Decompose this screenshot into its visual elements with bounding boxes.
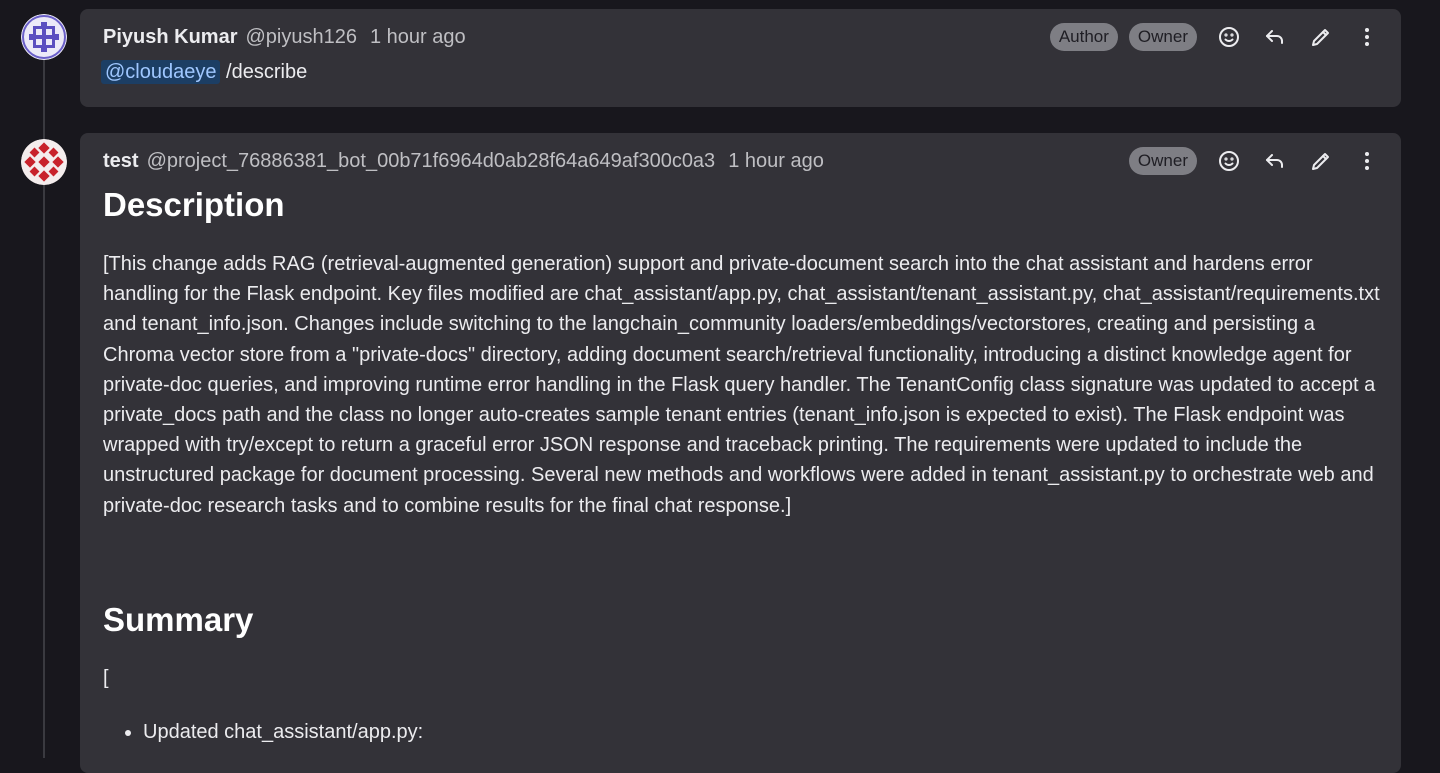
note-actions: Author Owner [1039,22,1381,52]
description-heading: Description [103,186,285,223]
author-handle[interactable]: @project_76886381_bot_00b71f6964d0ab28f6… [147,150,716,173]
more-actions-button[interactable] [1353,23,1381,51]
user-mention-link[interactable]: @cloudaeye [101,60,221,84]
comment-note: Piyush Kumar @piyush126 1 hour ago Autho… [80,9,1401,107]
add-reaction-button[interactable] [1215,147,1243,175]
identicon-avatar-icon [21,14,67,60]
pencil-icon [1312,29,1329,46]
summary-list: Updated chat_assistant/app.py: [103,721,423,744]
author-badge: Author [1049,23,1118,51]
reply-button[interactable] [1261,147,1289,175]
kebab-menu-icon [1365,152,1369,170]
more-actions-button[interactable] [1353,147,1381,175]
edit-button[interactable] [1307,147,1335,175]
reply-icon [1266,154,1283,168]
description-text: [This change adds RAG (retrieval-augment… [103,253,1380,517]
pencil-icon [1312,153,1329,170]
reply-icon [1266,30,1283,44]
edit-button[interactable] [1307,23,1335,51]
owner-badge: Owner [1128,23,1197,51]
reply-button[interactable] [1261,23,1289,51]
command-text: /describe [226,61,308,83]
avatar[interactable] [21,139,67,185]
bot-avatar-icon [21,139,67,185]
author-name[interactable]: Piyush Kumar [103,26,237,49]
author-handle[interactable]: @piyush126 [245,26,356,49]
add-reaction-button[interactable] [1215,23,1243,51]
comment-note: test @project_76886381_bot_00b71f6964d0a… [80,133,1401,773]
summary-heading: Summary [103,601,254,638]
note-actions: Owner [1118,146,1381,176]
smiley-icon [1219,151,1239,171]
timestamp[interactable]: 1 hour ago [370,26,466,49]
author-name[interactable]: test [103,150,139,173]
kebab-menu-icon [1365,28,1369,46]
timestamp[interactable]: 1 hour ago [728,150,824,173]
owner-badge: Owner [1128,147,1197,175]
list-item: Updated chat_assistant/app.py: [143,721,423,744]
avatar[interactable] [21,14,67,60]
note-body: @cloudaeye /describe [101,60,308,84]
smiley-icon [1219,27,1239,47]
summary-open-bracket: [ [103,667,109,689]
